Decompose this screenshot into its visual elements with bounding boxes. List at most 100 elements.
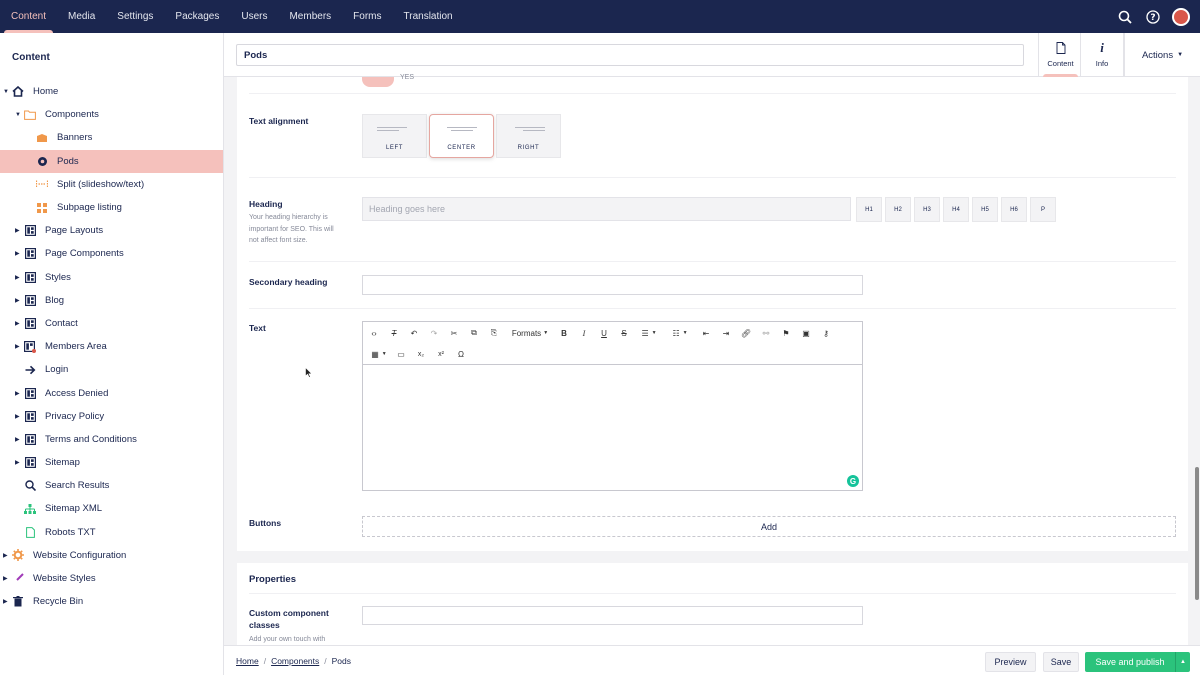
breadcrumb-components[interactable]: Components [271, 656, 319, 666]
redo-icon[interactable]: ↷ [427, 326, 441, 340]
tab-members[interactable]: Members [278, 0, 342, 33]
scrollbar-thumb[interactable] [1195, 467, 1199, 600]
sidebar-item-page-components[interactable]: ▶ Page Components [0, 242, 223, 265]
preview-button[interactable]: Preview [985, 652, 1036, 672]
strikethrough-icon[interactable]: S [617, 326, 631, 340]
paste-icon[interactable]: ⎘ [487, 326, 501, 340]
anchor-icon[interactable]: ⚑ [779, 326, 793, 340]
special-character-icon[interactable]: Ω [454, 347, 468, 361]
heading-level-h3[interactable]: H3 [914, 197, 940, 222]
sidebar-item-website-configuration[interactable]: ▶ Website Configuration [0, 544, 223, 567]
sidebar-item-robots-txt[interactable]: Robots TXT [0, 521, 223, 544]
subscript-icon[interactable]: x₂ [414, 347, 428, 361]
app-content[interactable]: Content [1038, 33, 1082, 77]
formats-dropdown[interactable]: Formats ▼ [507, 326, 553, 340]
cut-icon[interactable]: ✂ [447, 326, 461, 340]
add-button[interactable]: Add [362, 516, 1176, 537]
undo-icon[interactable]: ↶ [407, 326, 421, 340]
sidebar-item-home[interactable]: ▼ Home [0, 80, 223, 103]
copy-icon[interactable]: ⧉ [467, 326, 481, 340]
search-icon[interactable] [1116, 8, 1134, 26]
source-code-icon[interactable]: ‹› [367, 326, 381, 340]
clear-format-icon[interactable]: T [387, 326, 401, 340]
italic-icon[interactable]: I [577, 326, 591, 340]
indent-icon[interactable]: ⇥ [719, 326, 733, 340]
table-icon[interactable]: ▦ ▼ [367, 347, 391, 361]
user-avatar[interactable] [1172, 7, 1190, 26]
caret-collapsed-icon[interactable]: ▶ [3, 552, 8, 559]
heading-level-h6[interactable]: H6 [1001, 197, 1027, 222]
heading-level-h4[interactable]: H4 [943, 197, 969, 222]
macro-icon[interactable]: ⚷ [819, 326, 833, 340]
bold-icon[interactable]: B [557, 326, 571, 340]
caret-collapsed-icon[interactable]: ▶ [15, 459, 20, 466]
sidebar-item-privacy-policy[interactable]: ▶ Privacy Policy [0, 405, 223, 428]
sidebar-item-terms-and-conditions[interactable]: ▶ Terms and Conditions [0, 428, 223, 451]
heading-input[interactable]: Heading goes here [362, 197, 851, 221]
sidebar-item-login[interactable]: Login [0, 358, 223, 381]
unlink-icon[interactable]: ⚯ [759, 326, 773, 340]
sidebar-item-subpage-listing[interactable]: Subpage listing [0, 196, 223, 219]
sidebar-item-components[interactable]: ▼ Components [0, 103, 223, 126]
sidebar-item-split-slideshow-text[interactable]: Split (slideshow/text) [0, 173, 223, 196]
save-and-publish-button[interactable]: Save and publish [1085, 652, 1175, 672]
sidebar-item-website-styles[interactable]: ▶ Website Styles [0, 567, 223, 590]
tab-users[interactable]: Users [230, 0, 278, 33]
sidebar-item-sitemap[interactable]: ▶ Sitemap [0, 451, 223, 474]
heading-level-h5[interactable]: H5 [972, 197, 998, 222]
embed-icon[interactable]: ▭ [394, 347, 408, 361]
heading-level-p[interactable]: P [1030, 197, 1056, 222]
save-button[interactable]: Save [1043, 652, 1079, 672]
align-center-option[interactable]: CENTER [429, 114, 494, 158]
caret-expanded-icon[interactable]: ▼ [3, 89, 9, 95]
sidebar-item-sitemap-xml[interactable]: Sitemap XML [0, 497, 223, 520]
tab-forms[interactable]: Forms [342, 0, 392, 33]
sidebar-item-members-area[interactable]: ▶ Members Area [0, 335, 223, 358]
caret-collapsed-icon[interactable]: ▶ [15, 227, 20, 234]
superscript-icon[interactable]: x² [434, 347, 448, 361]
custom-classes-input[interactable] [362, 606, 863, 625]
help-icon[interactable]: ? [1144, 8, 1162, 26]
align-right-option[interactable]: RIGHT [496, 114, 561, 158]
sidebar-item-search-results[interactable]: Search Results [0, 474, 223, 497]
bullet-list-icon[interactable]: ☰ ▼ [637, 326, 661, 340]
caret-collapsed-icon[interactable]: ▶ [15, 297, 20, 304]
sidebar-item-styles[interactable]: ▶ Styles [0, 266, 223, 289]
underline-icon[interactable]: U [597, 326, 611, 340]
grammarly-icon[interactable]: G [847, 475, 859, 487]
app-info[interactable]: i Info [1080, 33, 1124, 77]
breadcrumb-home[interactable]: Home [236, 656, 259, 666]
heading-level-h1[interactable]: H1 [856, 197, 882, 222]
align-left-option[interactable]: LEFT [362, 114, 427, 158]
sidebar-item-recycle-bin[interactable]: ▶ Recycle Bin [0, 590, 223, 613]
actions-menu-button[interactable]: Actions ▼ [1124, 33, 1200, 77]
caret-collapsed-icon[interactable]: ▶ [15, 436, 20, 443]
tab-translation[interactable]: Translation [393, 0, 464, 33]
secondary-heading-input[interactable] [362, 275, 863, 295]
tab-content[interactable]: Content [0, 0, 57, 33]
caret-collapsed-icon[interactable]: ▶ [15, 413, 20, 420]
caret-collapsed-icon[interactable]: ▶ [3, 598, 8, 605]
numbered-list-icon[interactable]: ☷ ▼ [668, 326, 692, 340]
sidebar-item-blog[interactable]: ▶ Blog [0, 289, 223, 312]
tab-media[interactable]: Media [57, 0, 106, 33]
sidebar-item-banners[interactable]: Banners [0, 126, 223, 149]
link-icon[interactable]: 🔗︎ [739, 326, 753, 340]
main-scrollbar[interactable] [1195, 77, 1200, 645]
tab-settings[interactable]: Settings [106, 0, 164, 33]
yes-no-toggle[interactable] [362, 77, 394, 87]
caret-collapsed-icon[interactable]: ▶ [15, 390, 20, 397]
sidebar-item-pods[interactable]: Pods [0, 149, 223, 173]
sidebar-item-access-denied[interactable]: ▶ Access Denied [0, 381, 223, 404]
caret-collapsed-icon[interactable]: ▶ [15, 250, 20, 257]
caret-collapsed-icon[interactable]: ▶ [15, 274, 20, 281]
publish-options-caret-icon[interactable]: ▲ [1175, 652, 1190, 672]
image-icon[interactable]: ▣ [799, 326, 813, 340]
caret-collapsed-icon[interactable]: ▶ [15, 320, 20, 327]
node-name-input[interactable]: Pods [236, 44, 1024, 66]
sidebar-item-contact[interactable]: ▶ Contact [0, 312, 223, 335]
tab-packages[interactable]: Packages [164, 0, 230, 33]
caret-expanded-icon[interactable]: ▼ [15, 112, 21, 118]
sidebar-item-page-layouts[interactable]: ▶ Page Layouts [0, 219, 223, 242]
caret-collapsed-icon[interactable]: ▶ [3, 575, 8, 582]
